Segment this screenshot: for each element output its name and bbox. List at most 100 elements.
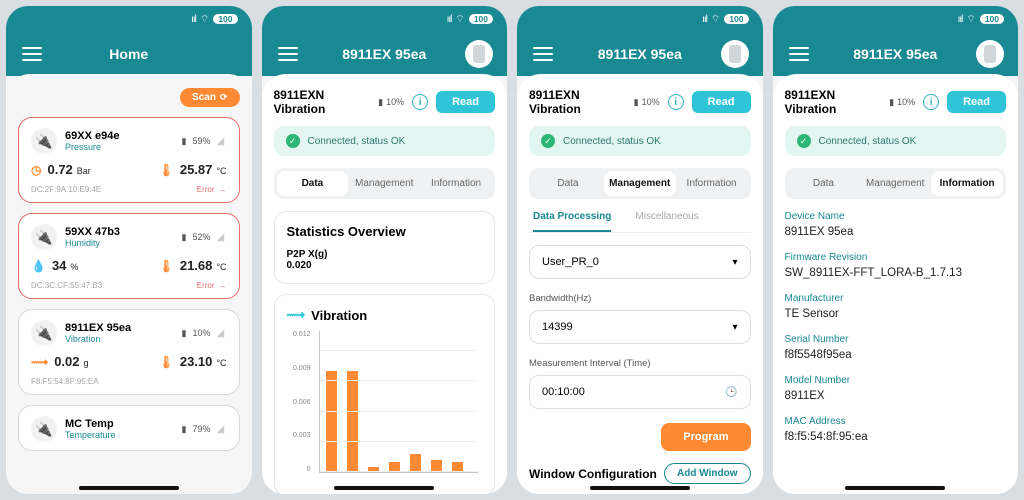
p2p-label: P2P X(g) bbox=[287, 249, 483, 260]
menu-icon[interactable] bbox=[789, 47, 809, 61]
content: 8911EXN Vibration ▮10% i Read ✓Connected… bbox=[517, 74, 763, 494]
device-avatar[interactable] bbox=[721, 40, 749, 68]
value-b: 25.87 bbox=[180, 162, 213, 177]
menu-icon[interactable] bbox=[533, 47, 553, 61]
info-value: f8:f5:54:8f:95:ea bbox=[785, 431, 1007, 443]
wcfg-title: Window Configuration bbox=[529, 467, 657, 481]
battery-pct: 10% bbox=[386, 97, 404, 107]
info-icon[interactable]: i bbox=[412, 94, 428, 110]
status-bar: ııl⌔ 100 bbox=[773, 6, 1019, 32]
sensor-card[interactable]: 🔌 69XX e94e Pressure ▮ 59% ◷0.72Bar 🌡25.… bbox=[18, 117, 240, 203]
unit-b: °C bbox=[216, 358, 226, 368]
info-icon[interactable]: i bbox=[668, 94, 684, 110]
subtab-data-processing[interactable]: Data Processing bbox=[533, 211, 611, 232]
info-label: Serial Number bbox=[785, 334, 1007, 345]
device-avatar[interactable] bbox=[976, 40, 1004, 68]
signal-icon bbox=[217, 232, 227, 242]
tab-management[interactable]: Management bbox=[348, 171, 420, 196]
tab-information[interactable]: Information bbox=[676, 171, 748, 196]
sensor-icon: 🔌 bbox=[31, 320, 57, 346]
battery-icon: ▮ bbox=[182, 424, 187, 435]
program-button[interactable]: Program bbox=[661, 423, 750, 451]
mac: DC:2F:9A:10:E9:4E bbox=[31, 185, 101, 194]
bandwidth-select[interactable]: 14399▾ bbox=[529, 310, 751, 344]
phone-management: ııl⌔100 8911EX 95ea 8911EXN Vibration ▮1… bbox=[517, 6, 763, 494]
chart-plot bbox=[319, 331, 479, 473]
tabs: Data Management Information bbox=[274, 168, 496, 199]
info-label: Firmware Revision bbox=[785, 252, 1007, 263]
device-avatar[interactable] bbox=[465, 40, 493, 68]
value-a: 0.02 bbox=[54, 354, 79, 369]
interval-label: Measurement Interval (Time) bbox=[529, 358, 751, 369]
battery-icon: ▮ bbox=[182, 232, 187, 243]
tab-information[interactable]: Information bbox=[931, 171, 1003, 196]
mac: F8:F5:54:8F:95:EA bbox=[31, 377, 99, 386]
tab-management[interactable]: Management bbox=[604, 171, 676, 196]
device-name: 8911EXN Vibration bbox=[785, 88, 882, 116]
page-title: Home bbox=[20, 46, 238, 62]
info-value: SW_8911EX-FFT_LORA-B_1.7.13 bbox=[785, 267, 1007, 279]
phone-information: ııl⌔100 8911EX 95ea 8911EXN Vibration ▮1… bbox=[773, 6, 1019, 494]
overview-title: Statistics Overview bbox=[287, 224, 483, 239]
error-indicator[interactable]: Error→ bbox=[197, 185, 227, 194]
battery-pct: 59% bbox=[192, 136, 210, 146]
tab-data[interactable]: Data bbox=[277, 171, 349, 196]
signal-icon bbox=[217, 424, 227, 434]
home-indicator bbox=[79, 486, 179, 490]
sensor-type: Humidity bbox=[65, 238, 120, 248]
subtab-misc[interactable]: Miscellaneous bbox=[635, 211, 698, 232]
tab-data[interactable]: Data bbox=[532, 171, 604, 196]
pulse-icon: ⟿ bbox=[287, 307, 306, 323]
check-icon: ✓ bbox=[797, 134, 811, 148]
tab-data[interactable]: Data bbox=[788, 171, 860, 196]
value-a: 0.72 bbox=[47, 162, 72, 177]
chart-yticks: 0.0120.0090.0060.0030 bbox=[281, 331, 311, 473]
processing-select[interactable]: User_PR_0▾ bbox=[529, 245, 751, 279]
info-icon[interactable]: i bbox=[923, 94, 939, 110]
sensor-type: Vibration bbox=[65, 334, 131, 344]
sensor-icon: 🔌 bbox=[31, 416, 57, 442]
subtabs: Data Processing Miscellaneous bbox=[529, 211, 751, 233]
sensor-name: 8911EX 95ea bbox=[65, 322, 131, 334]
app-bar: Home bbox=[6, 32, 252, 76]
sensor-card[interactable]: 🔌 MC Temp Temperature ▮79% bbox=[18, 405, 240, 451]
vibration-card: ⟿Vibration Magnitude(mg) 0.0120.0090.006… bbox=[274, 294, 496, 494]
app-bar: 8911EX 95ea bbox=[517, 32, 763, 76]
sensor-card[interactable]: 🔌 59XX 47b3 Humidity ▮52% 💧34% 🌡21.68°C … bbox=[18, 213, 240, 299]
content: 8911EXN Vibration ▮10% i Read ✓Connected… bbox=[773, 74, 1019, 494]
read-button[interactable]: Read bbox=[947, 91, 1006, 113]
unit-a: g bbox=[84, 358, 89, 368]
tab-management[interactable]: Management bbox=[859, 171, 931, 196]
scan-label: Scan bbox=[192, 92, 216, 103]
unit-a: % bbox=[70, 262, 78, 272]
check-icon: ✓ bbox=[286, 134, 300, 148]
app-bar: 8911EX 95ea bbox=[262, 32, 508, 76]
scan-button[interactable]: Scan ⟳ bbox=[180, 88, 239, 107]
menu-icon[interactable] bbox=[22, 47, 42, 61]
unit-b: °C bbox=[216, 166, 226, 176]
drop-icon: 💧 bbox=[31, 259, 46, 273]
sensor-type: Temperature bbox=[65, 430, 116, 440]
add-window-button[interactable]: Add Window bbox=[664, 463, 750, 484]
bandwidth-value: 14399 bbox=[542, 321, 573, 333]
phone-home: ııl ⌔ 100 Home Scan ⟳ 🔌 69XX e94e Pressu… bbox=[6, 6, 252, 494]
tab-information[interactable]: Information bbox=[420, 171, 492, 196]
wifi-icon: ⌔ bbox=[966, 13, 975, 26]
vibration-title: Vibration bbox=[311, 308, 367, 323]
battery-pill: 100 bbox=[980, 14, 1004, 24]
status-text: Connected, status OK bbox=[563, 136, 661, 147]
read-button[interactable]: Read bbox=[436, 91, 495, 113]
chart-bar bbox=[410, 454, 421, 472]
gauge-icon: ◷ bbox=[31, 163, 41, 177]
signal-icon: ııl bbox=[958, 14, 963, 25]
menu-icon[interactable] bbox=[278, 47, 298, 61]
sensor-name: 59XX 47b3 bbox=[65, 226, 120, 238]
signal-icon: ııl bbox=[702, 14, 707, 25]
status-box: ✓Connected, status OK bbox=[274, 126, 496, 156]
read-button[interactable]: Read bbox=[692, 91, 751, 113]
status-box: ✓Connected, status OK bbox=[529, 126, 751, 156]
error-indicator[interactable]: Error→ bbox=[197, 281, 227, 290]
interval-input[interactable]: 00:10:00🕒 bbox=[529, 375, 751, 409]
bandwidth-label: Bandwidth(Hz) bbox=[529, 293, 751, 304]
sensor-card[interactable]: 🔌 8911EX 95ea Vibration ▮10% ⟿0.02g 🌡23.… bbox=[18, 309, 240, 395]
